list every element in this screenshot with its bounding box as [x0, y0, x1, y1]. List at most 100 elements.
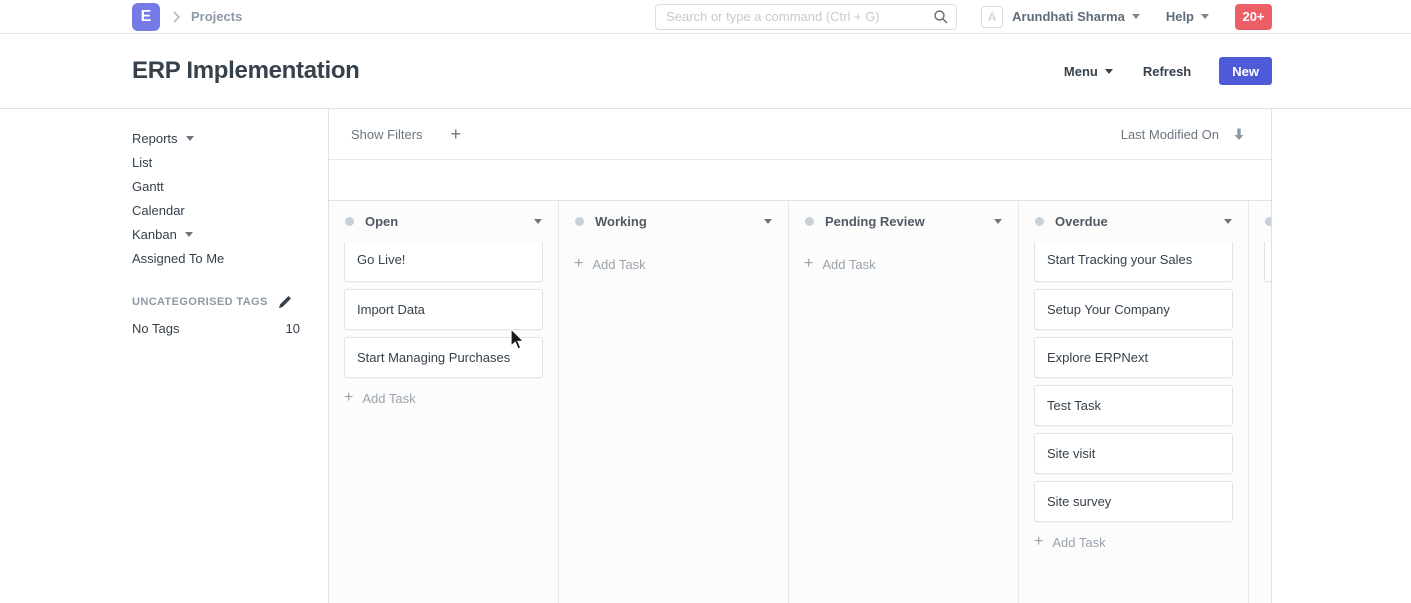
caret-down-icon [1132, 14, 1140, 19]
column-header: Working [559, 201, 788, 242]
sidebar-item-gantt[interactable]: Gantt [132, 174, 300, 198]
app-logo[interactable]: E [132, 3, 160, 31]
sort-by-button[interactable]: Last Modified On [1121, 127, 1219, 142]
notification-badge[interactable]: 20+ [1235, 4, 1272, 30]
column-menu-button[interactable] [994, 219, 1002, 224]
sidebar-item-label: Calendar [132, 203, 185, 218]
column-header [1249, 201, 1272, 242]
sidebar-item-assigned-to-me[interactable]: Assigned To Me [132, 246, 300, 270]
column-body [1249, 242, 1272, 603]
tags-section-header: UNCATEGORISED TAGS [132, 292, 300, 312]
caret-down-icon [764, 219, 772, 224]
page-content: Reports List Gantt Calendar Kanban Assig… [0, 108, 1411, 603]
edit-tags-pencil-icon[interactable] [278, 295, 292, 309]
search-icon[interactable] [933, 9, 949, 30]
sidebar-item-calendar[interactable]: Calendar [132, 198, 300, 222]
refresh-button[interactable]: Refresh [1143, 64, 1191, 79]
column-title: Working [595, 214, 647, 229]
sidebar-item-label: List [132, 155, 152, 170]
tags-heading: UNCATEGORISED TAGS [132, 296, 268, 308]
plus-icon: + [574, 255, 583, 273]
sidebar-item-kanban[interactable]: Kanban [132, 222, 300, 246]
add-task-label: Add Task [822, 257, 875, 272]
menu-button[interactable]: Menu [1064, 64, 1113, 79]
filter-row: Show Filters + Last Modified On [329, 109, 1271, 160]
add-task-button[interactable]: + Add Task [344, 389, 543, 407]
breadcrumb-chevron-icon [172, 11, 181, 23]
page-title: ERP Implementation [132, 57, 360, 85]
column-body: Start Tracking your Sales Setup Your Com… [1019, 242, 1248, 603]
column-indicator-dot [575, 217, 584, 226]
column-indicator-dot [345, 217, 354, 226]
sort-direction-icon[interactable] [1233, 127, 1245, 141]
kanban-columns: Open Go Live! Import Data Start Managing… [329, 200, 1271, 603]
column-indicator-dot [1265, 217, 1272, 226]
column-title: Overdue [1055, 214, 1108, 229]
task-card[interactable]: Site survey [1034, 481, 1233, 522]
column-indicator-dot [1035, 217, 1044, 226]
column-indicator-dot [805, 217, 814, 226]
sidebar-item-label: Gantt [132, 179, 164, 194]
breadcrumb[interactable]: Projects [191, 9, 242, 24]
avatar[interactable]: A [981, 6, 1003, 28]
tag-filter-no-tags[interactable]: No Tags 10 [132, 315, 300, 341]
caret-down-icon [1224, 219, 1232, 224]
kanban-column-working: Working + Add Task [559, 201, 789, 603]
sidebar-item-label: Reports [132, 131, 178, 146]
column-menu-button[interactable] [1224, 219, 1232, 224]
help-label: Help [1166, 9, 1194, 24]
sidebar-item-list[interactable]: List [132, 150, 300, 174]
add-task-button[interactable]: + Add Task [574, 255, 773, 273]
task-card[interactable]: Import Data [344, 289, 543, 330]
plus-icon: + [804, 255, 813, 273]
task-card[interactable]: Setup Your Company [1034, 289, 1233, 330]
add-filter-plus-icon[interactable]: + [451, 124, 462, 145]
kanban-column-partial [1249, 201, 1272, 603]
kanban-board: Show Filters + Last Modified On Open Go … [328, 109, 1272, 603]
add-task-label: Add Task [362, 391, 415, 406]
kanban-column-pending-review: Pending Review + Add Task [789, 201, 1019, 603]
caret-down-icon [534, 219, 542, 224]
task-card[interactable]: Go Live! [344, 242, 543, 282]
add-task-label: Add Task [1052, 535, 1105, 550]
sidebar-item-label: Kanban [132, 227, 177, 242]
caret-down-icon [186, 136, 194, 141]
caret-down-icon [994, 219, 1002, 224]
column-body: + Add Task [789, 242, 1018, 603]
board-top-band [329, 160, 1271, 200]
search-input[interactable] [655, 4, 957, 30]
column-title: Pending Review [825, 214, 925, 229]
navbar: E Projects A Arundhati Sharma Help 20+ [0, 0, 1411, 34]
sidebar: Reports List Gantt Calendar Kanban Assig… [0, 109, 328, 603]
task-card[interactable]: Explore ERPNext [1034, 337, 1233, 378]
task-card[interactable]: Test Task [1034, 385, 1233, 426]
help-menu[interactable]: Help [1166, 9, 1209, 24]
column-body: + Add Task [559, 242, 788, 603]
caret-down-icon [1201, 14, 1209, 19]
plus-icon: + [344, 389, 353, 407]
caret-down-icon [185, 232, 193, 237]
column-header: Open [329, 201, 558, 242]
tag-label: No Tags [132, 321, 179, 336]
kanban-column-open: Open Go Live! Import Data Start Managing… [329, 201, 559, 603]
user-name: Arundhati Sharma [1012, 9, 1125, 24]
menu-label: Menu [1064, 64, 1098, 79]
column-menu-button[interactable] [764, 219, 772, 224]
page-head: ERP Implementation Menu Refresh New [0, 34, 1411, 108]
show-filters-button[interactable]: Show Filters [351, 127, 423, 142]
sidebar-item-label: Assigned To Me [132, 251, 224, 266]
column-title: Open [365, 214, 398, 229]
plus-icon: + [1034, 533, 1043, 551]
add-task-label: Add Task [592, 257, 645, 272]
kanban-column-overdue: Overdue Start Tracking your Sales Setup … [1019, 201, 1249, 603]
column-menu-button[interactable] [534, 219, 542, 224]
sidebar-item-reports[interactable]: Reports [132, 126, 300, 150]
task-card[interactable] [1264, 242, 1272, 282]
user-menu[interactable]: Arundhati Sharma [1012, 9, 1140, 24]
task-card[interactable]: Site visit [1034, 433, 1233, 474]
add-task-button[interactable]: + Add Task [1034, 533, 1233, 551]
task-card[interactable]: Start Managing Purchases [344, 337, 543, 378]
task-card[interactable]: Start Tracking your Sales [1034, 242, 1233, 282]
add-task-button[interactable]: + Add Task [804, 255, 1003, 273]
new-button[interactable]: New [1219, 57, 1272, 85]
